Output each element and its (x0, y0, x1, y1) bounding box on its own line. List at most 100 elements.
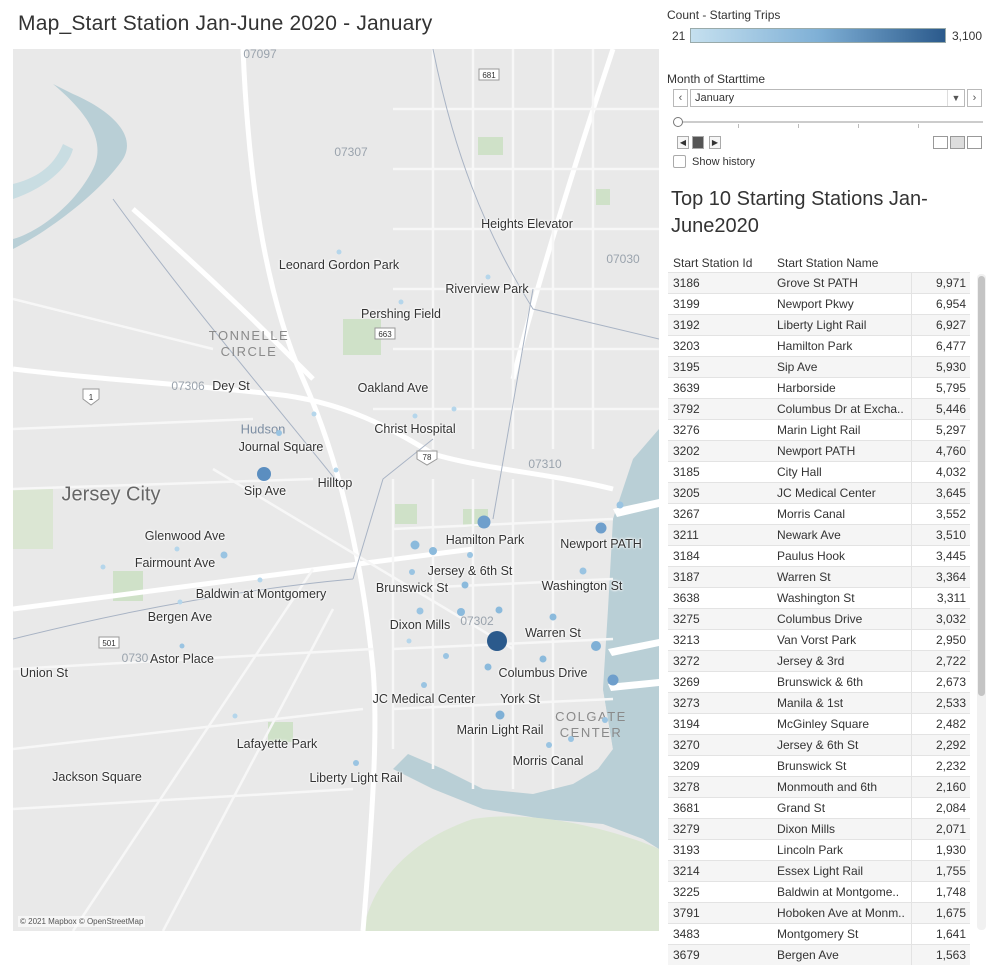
previous-month-button[interactable]: ‹ (673, 89, 688, 107)
station-dot[interactable] (353, 760, 359, 766)
station-dot[interactable] (457, 608, 465, 616)
station-dot[interactable] (477, 515, 491, 529)
station-map[interactable]: 681 663 78 501 1 Jersey City Hudson TONN… (13, 49, 659, 931)
station-dot[interactable] (591, 641, 601, 651)
station-dot[interactable] (421, 682, 427, 688)
station-dot[interactable] (607, 674, 619, 686)
view-compact-icon[interactable] (933, 136, 948, 149)
table-row[interactable]: 3483 Montgomery St 1,641 (668, 923, 970, 944)
station-dot[interactable] (568, 736, 574, 742)
table-row[interactable]: 3225 Baldwin at Montgome.. 1,748 (668, 881, 970, 902)
play-icon[interactable]: ▶ (709, 136, 721, 149)
stations-table: 3186 Grove St PATH 9,971 3199 Newport Pkwy 6,… (668, 272, 970, 965)
station-dot[interactable] (257, 577, 263, 583)
show-history-checkbox[interactable] (673, 155, 686, 168)
table-row[interactable]: 3195 Sip Ave 5,930 (668, 356, 970, 377)
station-dot[interactable] (429, 547, 437, 555)
station-dot[interactable] (539, 655, 547, 663)
station-dot[interactable] (409, 569, 415, 575)
station-dot[interactable] (406, 638, 412, 644)
station-dot[interactable] (100, 564, 106, 570)
table-row[interactable]: 3214 Essex Light Rail 1,755 (668, 860, 970, 881)
table-row[interactable]: 3211 Newark Ave 3,510 (668, 524, 970, 545)
station-dot[interactable] (461, 581, 469, 589)
station-dot[interactable] (336, 249, 342, 255)
station-dot[interactable] (416, 607, 424, 615)
station-dot[interactable] (177, 599, 183, 605)
city-label: Jersey City (61, 483, 161, 506)
station-dot[interactable] (495, 710, 505, 720)
station-dot[interactable] (487, 631, 507, 651)
table-row[interactable]: 3273 Manila & 1st 2,533 (668, 692, 970, 713)
next-month-button[interactable]: › (967, 89, 982, 107)
station-dot[interactable] (546, 742, 552, 748)
station-dot[interactable] (467, 552, 473, 558)
month-slider-thumb[interactable] (673, 117, 683, 127)
month-slider-track[interactable] (677, 121, 983, 123)
station-dot[interactable] (179, 643, 185, 649)
column-header-name[interactable]: Start Station Name (777, 256, 878, 270)
table-row[interactable]: 3202 Newport PATH 4,760 (668, 440, 970, 461)
table-row[interactable]: 3185 City Hall 4,032 (668, 461, 970, 482)
station-dot[interactable] (579, 567, 587, 575)
station-name-cell: Newport Pkwy (777, 297, 854, 311)
column-header-id[interactable]: Start Station Id (673, 256, 752, 270)
table-row[interactable]: 3638 Washington St 3,311 (668, 587, 970, 608)
table-row[interactable]: 3791 Hoboken Ave at Monm.. 1,675 (668, 902, 970, 923)
station-dot[interactable] (412, 413, 418, 419)
table-row[interactable]: 3205 JC Medical Center 3,645 (668, 482, 970, 503)
table-row[interactable]: 3681 Grand St 2,084 (668, 797, 970, 818)
trip-count-cell: 4,032 (911, 462, 969, 482)
view-list-icon[interactable] (967, 136, 982, 149)
station-dot[interactable] (495, 606, 503, 614)
station-dot[interactable] (398, 299, 404, 305)
svg-text:1: 1 (89, 393, 94, 402)
table-row[interactable]: 3275 Columbus Drive 3,032 (668, 608, 970, 629)
table-row[interactable]: 3279 Dixon Mills 2,071 (668, 818, 970, 839)
table-row[interactable]: 3272 Jersey & 3rd 2,722 (668, 650, 970, 671)
table-row[interactable]: 3276 Marin Light Rail 5,297 (668, 419, 970, 440)
table-row[interactable]: 3209 Brunswick St 2,232 (668, 755, 970, 776)
table-row[interactable]: 3267 Morris Canal 3,552 (668, 503, 970, 524)
station-dot[interactable] (602, 717, 608, 723)
station-dot[interactable] (311, 411, 317, 417)
map-copyright[interactable]: © 2021 Mapbox © OpenStreetMap (18, 916, 146, 927)
station-dot[interactable] (443, 653, 449, 659)
station-dot[interactable] (616, 501, 624, 509)
chevron-down-icon[interactable]: ▼ (947, 90, 964, 106)
month-select[interactable]: January ▼ (690, 89, 965, 107)
table-row[interactable]: 3269 Brunswick & 6th 2,673 (668, 671, 970, 692)
station-label: Warren St (525, 626, 581, 640)
station-dot[interactable] (451, 406, 457, 412)
table-scroll-thumb[interactable] (978, 276, 985, 696)
table-row[interactable]: 3193 Lincoln Park 1,930 (668, 839, 970, 860)
table-row[interactable]: 3213 Van Vorst Park 2,950 (668, 629, 970, 650)
svg-text:663: 663 (378, 330, 392, 339)
station-dot[interactable] (232, 713, 238, 719)
view-medium-icon[interactable] (950, 136, 965, 149)
station-dot[interactable] (410, 540, 420, 550)
table-row[interactable]: 3194 McGinley Square 2,482 (668, 713, 970, 734)
table-row[interactable]: 3639 Harborside 5,795 (668, 377, 970, 398)
table-row[interactable]: 3792 Columbus Dr at Excha.. 5,446 (668, 398, 970, 419)
table-row[interactable]: 3186 Grove St PATH 9,971 (668, 272, 970, 293)
station-dot[interactable] (485, 274, 491, 280)
station-dot[interactable] (595, 522, 607, 534)
table-row[interactable]: 3679 Bergen Ave 1,563 (668, 944, 970, 965)
station-dot[interactable] (220, 551, 228, 559)
table-row[interactable]: 3187 Warren St 3,364 (668, 566, 970, 587)
table-row[interactable]: 3270 Jersey & 6th St 2,292 (668, 734, 970, 755)
table-row[interactable]: 3199 Newport Pkwy 6,954 (668, 293, 970, 314)
station-dot[interactable] (333, 467, 339, 473)
step-back-icon[interactable]: ◀ (677, 136, 689, 149)
table-row[interactable]: 3203 Hamilton Park 6,477 (668, 335, 970, 356)
table-row[interactable]: 3192 Liberty Light Rail 6,927 (668, 314, 970, 335)
station-dot[interactable] (549, 613, 557, 621)
station-dot[interactable] (484, 663, 492, 671)
station-dot[interactable] (276, 430, 282, 436)
station-dot[interactable] (174, 546, 180, 552)
stop-icon[interactable] (692, 136, 704, 149)
table-row[interactable]: 3278 Monmouth and 6th 2,160 (668, 776, 970, 797)
station-dot[interactable] (257, 467, 271, 481)
table-row[interactable]: 3184 Paulus Hook 3,445 (668, 545, 970, 566)
